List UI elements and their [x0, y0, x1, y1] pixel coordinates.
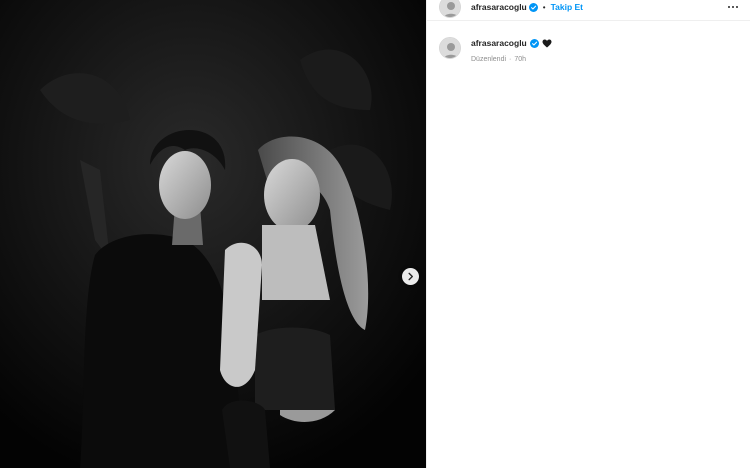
more-options-icon[interactable] — [726, 2, 740, 12]
header-username[interactable]: afrasaracoglu — [471, 2, 527, 12]
post-photo — [0, 0, 426, 468]
meta-separator: · — [509, 56, 512, 63]
post-time[interactable]: 70h — [514, 56, 526, 63]
verified-badge-icon — [529, 38, 539, 48]
post-media[interactable] — [0, 0, 426, 468]
header-separator: • — [542, 2, 546, 12]
caption-avatar[interactable] — [439, 37, 461, 59]
post-header: afrasaracoglu • Takip Et — [427, 0, 750, 20]
caption-meta: Düzenlendi · 70h — [471, 56, 526, 63]
heart-black-emoji — [542, 39, 552, 47]
next-photo-button[interactable] — [402, 268, 419, 285]
edited-label: Düzenlendi — [471, 56, 507, 63]
header-divider — [427, 20, 750, 21]
caption: afrasaracoglu Düzenlendi · 70h — [427, 30, 750, 70]
follow-button[interactable]: Takip Et — [551, 2, 583, 12]
chevron-right-icon — [408, 272, 413, 281]
instagram-post: afrasaracoglu • Takip Et afrasaracoglu D… — [0, 0, 750, 468]
post-sidebar: afrasaracoglu • Takip Et afrasaracoglu D… — [426, 0, 750, 468]
avatar[interactable] — [439, 0, 461, 18]
caption-username[interactable]: afrasaracoglu — [471, 38, 527, 48]
verified-badge-icon — [528, 2, 538, 12]
